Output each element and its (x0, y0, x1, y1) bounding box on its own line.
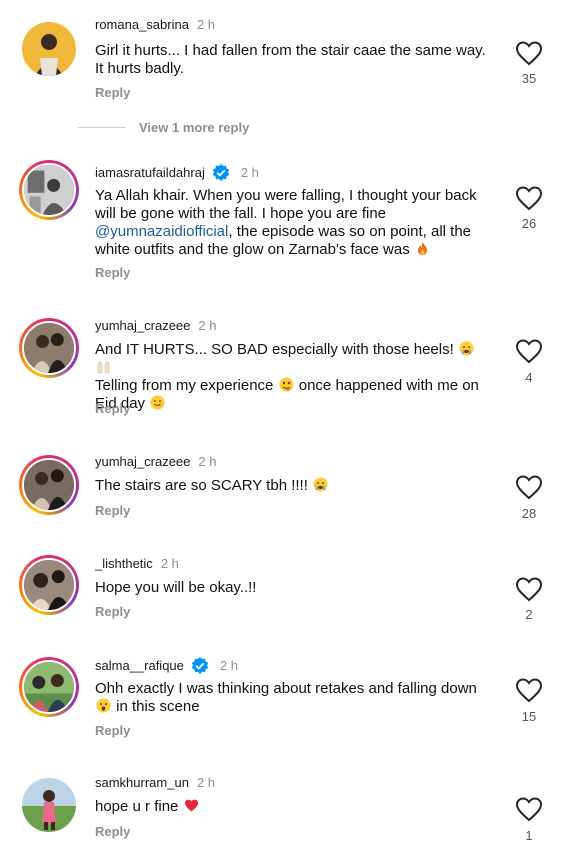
heart-icon (515, 186, 543, 211)
timestamp: 2 h (198, 454, 217, 469)
comment-text: Girl it hurts... I had fallen from the s… (95, 42, 486, 77)
avatar[interactable] (19, 160, 79, 220)
comment-text-part: Telling from my experience (95, 377, 274, 394)
reply-button[interactable]: Reply (95, 85, 130, 100)
username[interactable]: salma__rafique (95, 658, 184, 674)
like-button[interactable] (515, 796, 543, 822)
avatar[interactable] (19, 555, 79, 615)
smiling-face-icon (150, 395, 165, 410)
comment-text: hope u r fine (95, 798, 490, 816)
comment-meta: yumhaj_crazeee 2 h (95, 454, 216, 470)
comment-text: Ya Allah khair. When you were falling, I… (95, 187, 490, 259)
comment-meta: romana_sabrina 2 h (95, 17, 215, 33)
reply-button[interactable]: Reply (95, 401, 130, 416)
avatar[interactable] (19, 657, 79, 717)
heart-icon (515, 577, 543, 602)
like-count: 28 (521, 506, 537, 521)
comment-text-part: Ya Allah khair. When you were falling, I… (95, 187, 477, 222)
username[interactable]: romana_sabrina (95, 17, 189, 33)
timestamp: 2 h (160, 556, 179, 571)
avatar-inner (22, 321, 76, 375)
avatar[interactable] (19, 318, 79, 378)
fire-icon (415, 241, 430, 256)
comment-meta: samkhurram_un 2 h (95, 775, 215, 791)
comment-text: Hope you will be okay..!! (95, 579, 257, 596)
comment-text: Ohh exactly I was thinking about retakes… (95, 680, 490, 716)
heart-icon (515, 797, 543, 822)
timestamp: 2 h (196, 775, 216, 790)
username[interactable]: yumhaj_crazeee (95, 454, 190, 470)
avatar-photo (24, 662, 74, 712)
like-count: 2 (525, 607, 533, 622)
like-button[interactable] (515, 474, 543, 500)
avatar-inner (22, 660, 76, 714)
crying-face-icon (313, 477, 328, 492)
crying-face-icon (459, 341, 474, 356)
like-button[interactable] (515, 677, 543, 703)
heart-icon (515, 475, 543, 500)
avatar[interactable] (22, 22, 76, 76)
like-count: 1 (525, 828, 533, 843)
like-count: 35 (521, 71, 537, 86)
avatar-photo (24, 165, 74, 215)
username[interactable]: samkhurram_un (95, 775, 189, 791)
reply-button[interactable]: Reply (95, 503, 130, 518)
comment-text-part: in this scene (116, 698, 200, 715)
avatar-inner (22, 558, 76, 612)
divider (78, 127, 126, 128)
view-more-replies-label[interactable]: View 1 more reply (139, 120, 249, 135)
view-more-replies[interactable]: View 1 more reply (78, 120, 249, 135)
heart-icon (515, 678, 543, 703)
reply-button[interactable]: Reply (95, 824, 130, 839)
like-button[interactable] (515, 185, 543, 211)
comment-meta: iamasratufaildahraj 2 h (95, 163, 259, 183)
like-button[interactable] (515, 338, 543, 364)
like-button[interactable] (515, 576, 543, 602)
heart-icon (515, 339, 543, 364)
comment-text-part: The stairs are so SCARY tbh !!!! (95, 477, 308, 494)
like-count: 4 (525, 370, 533, 385)
avatar[interactable] (22, 778, 76, 832)
reply-button[interactable]: Reply (95, 265, 130, 280)
username[interactable]: iamasratufaildahraj (95, 165, 205, 181)
avatar-photo (22, 778, 76, 832)
avatar-photo (24, 560, 74, 610)
comment-meta: _lishthetic 2 h (95, 556, 179, 572)
heart-icon (515, 41, 543, 66)
comment-text-part: Ohh exactly I was thinking about retakes… (95, 680, 477, 697)
timestamp: 2 h (219, 658, 238, 673)
comment-text: The stairs are so SCARY tbh !!!! (95, 477, 490, 495)
verified-badge-icon (211, 163, 231, 183)
timestamp: 2 h (196, 17, 216, 32)
username[interactable]: _lishthetic (95, 556, 153, 572)
reply-button[interactable]: Reply (95, 604, 130, 619)
red-heart-icon (184, 798, 199, 813)
timestamp: 2 h (240, 165, 259, 180)
like-button[interactable] (515, 40, 543, 66)
avatar-photo (24, 323, 74, 373)
mention-link[interactable]: @yumnazaidiofficial (95, 223, 228, 240)
surprised-face-icon (96, 698, 111, 713)
username[interactable]: yumhaj_crazeee (95, 318, 190, 334)
comment-text-part: And IT HURTS... SO BAD especially with t… (95, 341, 454, 358)
comment-meta: yumhaj_crazeee 2 h (95, 318, 216, 334)
comment-text-part: hope u r fine (95, 798, 179, 815)
raised-hands-icon (96, 359, 111, 374)
avatar-photo (24, 460, 74, 510)
comment-text: And IT HURTS... SO BAD especially with t… (95, 341, 490, 413)
avatar[interactable] (19, 455, 79, 515)
comment-meta: salma__rafique 2 h (95, 656, 238, 676)
like-count: 26 (521, 216, 537, 231)
avatar-inner (22, 163, 76, 217)
avatar-inner (22, 458, 76, 512)
like-count: 15 (521, 709, 537, 724)
zany-face-icon (279, 377, 294, 392)
verified-badge-icon (190, 656, 210, 676)
avatar-photo (22, 22, 76, 76)
reply-button[interactable]: Reply (95, 723, 130, 738)
timestamp: 2 h (198, 318, 217, 333)
